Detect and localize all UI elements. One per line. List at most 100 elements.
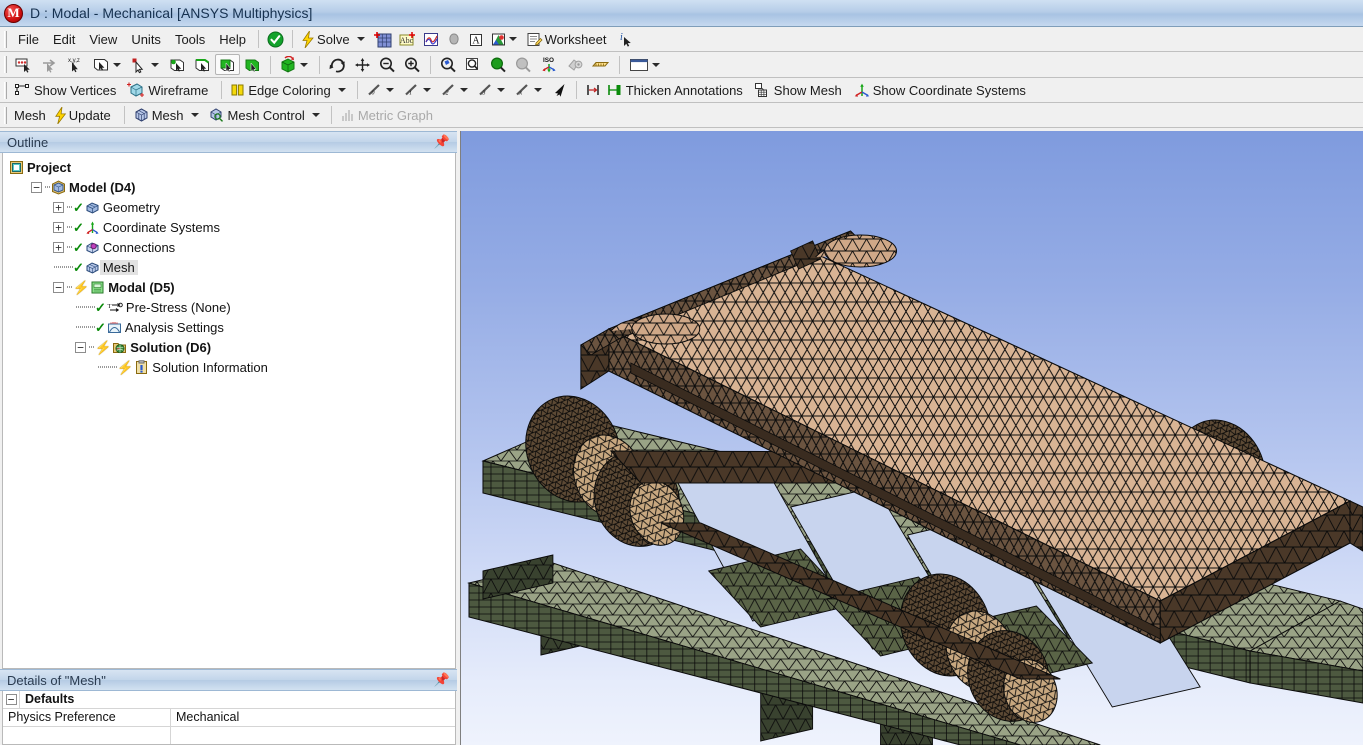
collapse-icon[interactable]: − [53,282,64,293]
tree-node-geometry[interactable]: +✓Geometry [9,197,455,217]
outline-tree-panel[interactable]: Project−Model (D4)+✓Geometry+✓Coordinate… [2,153,456,669]
chevron-down-icon[interactable] [300,63,308,67]
viewport-layout-icon[interactable] [625,54,666,75]
chevron-down-icon[interactable] [460,88,468,92]
vertex-select-icon[interactable] [165,54,190,75]
edge-thickness-1-icon[interactable]: 1 [400,80,437,101]
menu-tools[interactable]: Tools [168,29,212,50]
probe-info-icon[interactable]: i [614,29,638,50]
details-property-row[interactable]: Physics PreferenceMechanical [3,709,455,727]
pin-icon[interactable]: 📌 [431,672,453,688]
edge-thickness-3-icon[interactable]: 3 [474,80,511,101]
chevron-down-icon[interactable] [357,37,365,41]
rotate-icon[interactable] [325,54,350,75]
new-chart-and-table-icon[interactable] [371,29,395,50]
chevron-down-icon[interactable] [151,63,159,67]
chevron-down-icon[interactable] [113,63,121,67]
menubar-grip[interactable] [4,31,7,48]
new-comment-icon[interactable]: Abc [395,29,419,50]
ruler-icon[interactable] [588,54,614,75]
edge-direction-x-icon[interactable]: x [511,80,548,101]
pin-icon[interactable]: 📌 [431,134,453,150]
details-category-row[interactable]: −Defaults [3,691,455,709]
tree-node-model-d4[interactable]: −Model (D4) [9,177,455,197]
solve-button[interactable]: Solve [298,29,371,50]
iso-view-icon[interactable]: ISO [536,54,563,75]
expand-icon[interactable]: + [53,242,64,253]
collapse-icon[interactable]: − [75,342,86,353]
chevron-down-icon[interactable] [534,88,542,92]
tree-node-pre-stress-none[interactable]: ✓TPre-Stress (None) [9,297,455,317]
collapse-icon[interactable]: − [6,694,17,705]
menu-edit[interactable]: Edit [46,29,82,50]
edge-arrow-icon[interactable] [548,80,571,101]
tree-node-solution-d6[interactable]: −⚡Solution (D6) [9,337,455,357]
mesh-button[interactable]: Mesh [130,105,205,126]
chevron-down-icon[interactable] [497,88,505,92]
zoom-to-fit-icon[interactable] [436,54,461,75]
tree-node-solution-information[interactable]: ⚡Solution Information [9,357,455,377]
thin-annotations-icon[interactable] [582,80,604,101]
tree-node-modal-d5[interactable]: −⚡Modal (D5) [9,277,455,297]
zoom-icon[interactable] [375,54,400,75]
green-check-icon[interactable] [264,29,287,50]
label-select-icon[interactable] [11,54,37,75]
menu-file[interactable]: File [11,29,46,50]
next-view-icon[interactable] [511,54,536,75]
new-figure-icon[interactable] [419,29,443,50]
chevron-down-icon[interactable] [312,113,320,117]
mesh-control-button[interactable]: Mesh Control [205,105,326,126]
edge-coloring-button[interactable]: Edge Coloring [227,80,351,101]
tree-node-coordinate-systems[interactable]: +✓Coordinate Systems [9,217,455,237]
tree-node-mesh[interactable]: ✓Mesh [9,257,455,277]
xyz-probe-icon[interactable]: x,y,z [63,54,89,75]
extend-selection-icon[interactable] [276,54,314,75]
show-mesh-button[interactable]: Show Mesh [751,80,850,101]
edge-thickness-0-icon[interactable]: 0 [363,80,400,101]
chevron-down-icon[interactable] [386,88,394,92]
chevron-down-icon[interactable] [652,63,660,67]
tree-node-connections[interactable]: +✓Connections [9,237,455,257]
chevron-down-icon[interactable] [338,88,346,92]
details-property-value[interactable] [171,727,455,744]
metric-graph-button[interactable]: Metric Graph [337,105,441,126]
box-zoom-icon[interactable] [400,54,425,75]
magnifier-window-icon[interactable] [461,54,486,75]
pan-icon[interactable] [350,54,375,75]
tree-node-project[interactable]: Project [9,157,455,177]
menu-help[interactable]: Help [212,29,253,50]
face-select-icon[interactable] [215,54,240,75]
expand-icon[interactable]: + [53,202,64,213]
look-at-face-icon[interactable] [563,54,588,75]
collapse-icon[interactable]: − [31,182,42,193]
image-capture-icon[interactable] [487,29,523,50]
previous-view-icon[interactable] [486,54,511,75]
select-mode-icon[interactable] [89,54,127,75]
details-property-row[interactable] [3,727,455,745]
body-select-icon[interactable] [240,54,265,75]
chevron-down-icon[interactable] [509,37,517,41]
annotation-letter-a-icon[interactable]: A [465,29,487,50]
thicken-annotations-button[interactable]: Thicken Annotations [604,80,751,101]
3d-graphics-viewport[interactable] [460,131,1363,745]
chevron-down-icon[interactable] [191,113,199,117]
tree-node-analysis-settings[interactable]: ✓Analysis Settings [9,317,455,337]
graphics-toolbar-grip[interactable] [4,56,7,73]
menu-units[interactable]: Units [124,29,168,50]
new-image-icon[interactable] [443,29,465,50]
details-property-value[interactable]: Mechanical [171,709,455,726]
show-coordinate-systems-button[interactable]: Show Coordinate Systems [850,80,1034,101]
expand-icon[interactable]: + [53,222,64,233]
details-grid[interactable]: −DefaultsPhysics PreferenceMechanical [2,691,456,745]
wireframe-button[interactable]: Wireframe [124,80,216,101]
menu-view[interactable]: View [82,29,124,50]
edge-select-icon[interactable] [190,54,215,75]
display-toolbar-grip[interactable] [4,82,7,99]
cursor-hand-icon[interactable] [37,54,63,75]
worksheet-button[interactable]: Worksheet [523,29,615,50]
show-vertices-button[interactable]: Show Vertices [11,80,124,101]
chevron-down-icon[interactable] [423,88,431,92]
update-button[interactable]: Update [51,105,119,126]
mesh-toolbar-grip[interactable] [4,107,7,124]
edge-thickness-2-icon[interactable]: 2 [437,80,474,101]
